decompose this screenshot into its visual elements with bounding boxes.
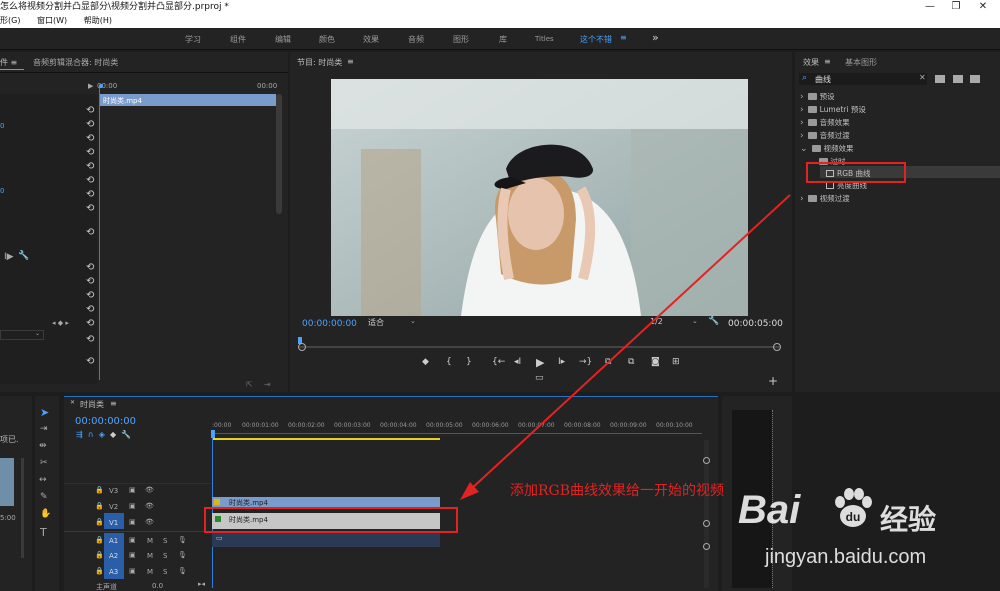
svg-text:du: du	[846, 510, 861, 524]
annotation-text: 添加RGB曲线效果给一开始的视频	[510, 483, 725, 499]
paw-logo-icon: du	[830, 486, 876, 532]
watermark-url: jingyan.baidu.com	[765, 546, 927, 568]
watermark-brand-cn: 经验	[880, 503, 937, 536]
watermark-brand: Bai	[738, 488, 801, 532]
